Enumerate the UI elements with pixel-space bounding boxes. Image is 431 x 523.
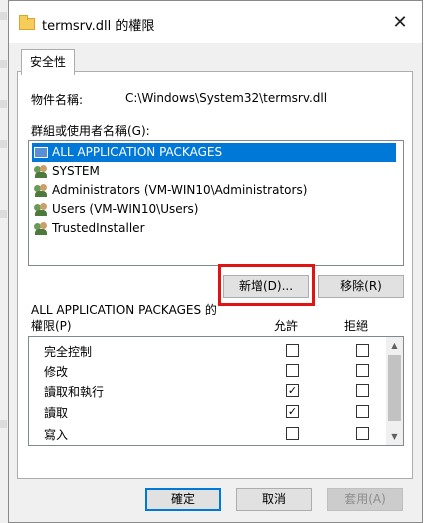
deny-checkbox-write[interactable] [356, 427, 369, 440]
permissions-label-line2: 權限(P) [31, 319, 72, 333]
apply-button[interactable]: 套用(A) [327, 488, 403, 511]
list-item-label: Users (VM-WIN10\Users) [52, 202, 199, 216]
ok-button[interactable]: 確定 [145, 488, 221, 511]
list-item-system[interactable]: SYSTEM [32, 162, 100, 181]
permissions-scrollbar[interactable]: ▲ ▼ [386, 337, 403, 445]
permissions-list[interactable]: 完全控制 修改 讀取和執行 ✓ 讀取 ✓ 寫入 ▲ ▼ [28, 336, 404, 446]
list-item-trustedinstaller[interactable]: TrustedInstaller [32, 219, 145, 238]
list-item-label: ALL APPLICATION PACKAGES [52, 145, 223, 159]
deny-checkbox-read[interactable] [356, 405, 369, 418]
list-item-users[interactable]: Users (VM-WIN10\Users) [32, 200, 198, 219]
background-mark [0, 210, 7, 218]
list-item-label: Administrators (VM-WIN10\Administrators) [52, 183, 308, 197]
title-bar[interactable]: termsrv.dll 的權限 ✕ [9, 1, 422, 43]
background-mark [0, 420, 7, 428]
permission-name: 讀取 [44, 406, 69, 420]
background-mark [0, 140, 7, 148]
users-icon [34, 203, 49, 216]
deny-checkbox-read-execute[interactable] [356, 384, 369, 397]
permissions-label-line1: ALL APPLICATION PACKAGES 的 [31, 303, 217, 317]
background-mark [0, 60, 7, 68]
groups-listbox[interactable]: ALL APPLICATION PACKAGES SYSTEM Administ… [28, 140, 404, 266]
list-item-all-application-packages[interactable]: ALL APPLICATION PACKAGES [32, 143, 396, 162]
close-button[interactable]: ✕ [388, 11, 412, 35]
scroll-thumb[interactable] [388, 355, 401, 421]
object-name-value: C:\Windows\System32\termsrv.dll [125, 91, 328, 105]
folder-icon [19, 15, 35, 30]
deny-checkbox-full-control[interactable] [356, 344, 369, 357]
allow-checkbox-modify[interactable] [286, 364, 299, 377]
background-mark [0, 100, 7, 108]
deny-checkbox-modify[interactable] [356, 364, 369, 377]
groups-label: 群組或使用者名稱(G): [31, 124, 150, 138]
users-icon [34, 222, 49, 235]
scroll-up-icon[interactable]: ▲ [386, 337, 403, 354]
permissions-dialog: termsrv.dll 的權限 ✕ 安全性 物件名稱: C:\Windows\S… [8, 0, 423, 523]
highlight-box [218, 264, 315, 306]
allow-column-header: 允許 [274, 319, 299, 333]
scroll-down-icon[interactable]: ▼ [386, 428, 403, 445]
allow-checkbox-full-control[interactable] [286, 344, 299, 357]
allow-checkbox-read[interactable]: ✓ [286, 405, 299, 418]
permission-name: 寫入 [44, 428, 69, 442]
list-item-label: SYSTEM [52, 164, 100, 178]
remove-button[interactable]: 移除(R) [318, 275, 404, 298]
deny-column-header: 拒絕 [344, 319, 369, 333]
allow-checkbox-write[interactable] [286, 427, 299, 440]
tab-security[interactable]: 安全性 [21, 49, 76, 75]
allow-checkbox-read-execute[interactable]: ✓ [286, 384, 299, 397]
object-name-label: 物件名稱: [31, 93, 84, 107]
users-icon [34, 184, 49, 197]
background-mark [0, 12, 7, 20]
window-title: termsrv.dll 的權限 [42, 19, 155, 34]
list-item-label: TrustedInstaller [52, 221, 145, 235]
users-icon [34, 165, 49, 178]
cancel-button[interactable]: 取消 [236, 488, 312, 511]
permission-name: 讀取和執行 [44, 385, 105, 399]
package-icon [34, 147, 48, 158]
permission-name: 完全控制 [44, 345, 93, 359]
permission-name: 修改 [44, 365, 69, 379]
list-item-administrators[interactable]: Administrators (VM-WIN10\Administrators) [32, 181, 307, 200]
